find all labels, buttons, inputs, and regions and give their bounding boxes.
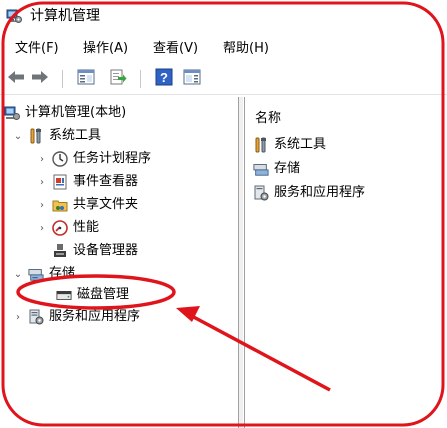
back-button[interactable] [6, 69, 26, 89]
tree-item-label: 共享文件夹 [73, 197, 139, 212]
tree-item-label: 性能 [73, 220, 100, 235]
services-applications-icon [253, 185, 269, 201]
storage-icon [28, 266, 44, 282]
tree-item-performance[interactable]: › 性能 [36, 217, 99, 239]
arrow-right-icon [31, 70, 49, 88]
performance-icon [52, 220, 68, 236]
tree-item-label: 磁盘管理 [77, 287, 130, 302]
console-tree-icon [77, 69, 95, 89]
tree-item-label: 设备管理器 [73, 243, 139, 258]
clock-icon [52, 151, 68, 167]
tree-item-device-manager[interactable]: 设备管理器 [52, 240, 138, 262]
chevron-right-icon[interactable]: › [36, 152, 48, 166]
list-item-label: 服务和应用程序 [274, 185, 366, 200]
tree-item-task-scheduler[interactable]: › 任务计划程序 [36, 148, 151, 170]
tree-item-event-viewer[interactable]: › 事件查看器 [36, 171, 138, 193]
show-hide-action-pane-button[interactable] [182, 69, 202, 89]
tree-item-disk-management[interactable]: 磁盘管理 [56, 284, 129, 306]
console-tree[interactable]: 计算机管理(本地) ⌄ 系统工具 › 任务计划程序 › 事件查看器 › 共享文件… [0, 97, 239, 428]
window-title: 计算机管理 [30, 8, 100, 24]
tree-item-computer-management[interactable]: 计算机管理(本地) [4, 102, 126, 124]
tree-item-label: 存储 [49, 266, 76, 281]
list-item[interactable]: 存储 [253, 159, 300, 179]
export-list-button[interactable] [108, 69, 128, 89]
computer-management-icon [6, 8, 22, 24]
action-pane-icon [183, 69, 201, 89]
tree-item-label: 事件查看器 [73, 174, 139, 189]
tree-item-label: 任务计划程序 [73, 151, 152, 166]
list-item[interactable]: 系统工具 [253, 135, 326, 155]
storage-icon [253, 161, 269, 177]
tree-item-shared-folders[interactable]: › 共享文件夹 [36, 194, 138, 216]
menu-help[interactable]: 帮助(H) [223, 40, 269, 58]
menu-view[interactable]: 查看(V) [153, 40, 198, 58]
tools-icon [28, 128, 44, 144]
menu-bar: 文件(F) 操作(A) 查看(V) 帮助(H) [0, 37, 447, 61]
list-item[interactable]: 服务和应用程序 [253, 183, 365, 203]
pane-splitter[interactable] [239, 97, 243, 428]
computer-management-icon [4, 105, 20, 121]
tree-item-label: 服务和应用程序 [49, 309, 141, 324]
help-icon: ? [155, 68, 173, 90]
tools-icon [253, 137, 269, 153]
content-pane[interactable]: 名称 系统工具 存储 服务和应用程序 [244, 97, 447, 428]
tree-item-label: 计算机管理(本地) [25, 105, 127, 120]
export-list-icon [109, 69, 127, 89]
chevron-right-icon[interactable]: › [36, 198, 48, 212]
tree-item-services-applications[interactable]: › 服务和应用程序 [12, 306, 140, 328]
list-item-label: 系统工具 [274, 137, 327, 152]
services-applications-icon [28, 309, 44, 325]
menu-file[interactable]: 文件(F) [15, 40, 59, 58]
svg-text:?: ? [160, 70, 168, 85]
toolbar-separator [62, 70, 63, 88]
list-item-label: 存储 [274, 161, 301, 176]
chevron-right-icon[interactable]: › [12, 310, 24, 324]
event-viewer-icon [52, 174, 68, 190]
title-bar: 计算机管理 [0, 0, 447, 32]
disk-management-icon [56, 287, 72, 303]
name-column-header[interactable]: 名称 [255, 107, 281, 126]
toolbar-separator [140, 70, 141, 88]
menu-action[interactable]: 操作(A) [83, 40, 128, 58]
show-hide-console-tree-button[interactable] [76, 69, 96, 89]
shared-folder-icon [52, 197, 68, 213]
toolbar: ? [0, 64, 447, 95]
device-manager-icon [52, 243, 68, 259]
chevron-down-icon[interactable]: ⌄ [12, 129, 24, 143]
chevron-down-icon[interactable]: ⌄ [12, 267, 24, 281]
tree-item-label: 系统工具 [49, 128, 102, 143]
tree-item-storage[interactable]: ⌄ 存储 [12, 263, 75, 285]
chevron-right-icon[interactable]: › [36, 221, 48, 235]
chevron-right-icon[interactable]: › [36, 175, 48, 189]
tree-item-system-tools[interactable]: ⌄ 系统工具 [12, 125, 101, 147]
forward-button[interactable] [30, 69, 50, 89]
help-button[interactable]: ? [154, 68, 174, 90]
arrow-left-icon [7, 70, 25, 88]
